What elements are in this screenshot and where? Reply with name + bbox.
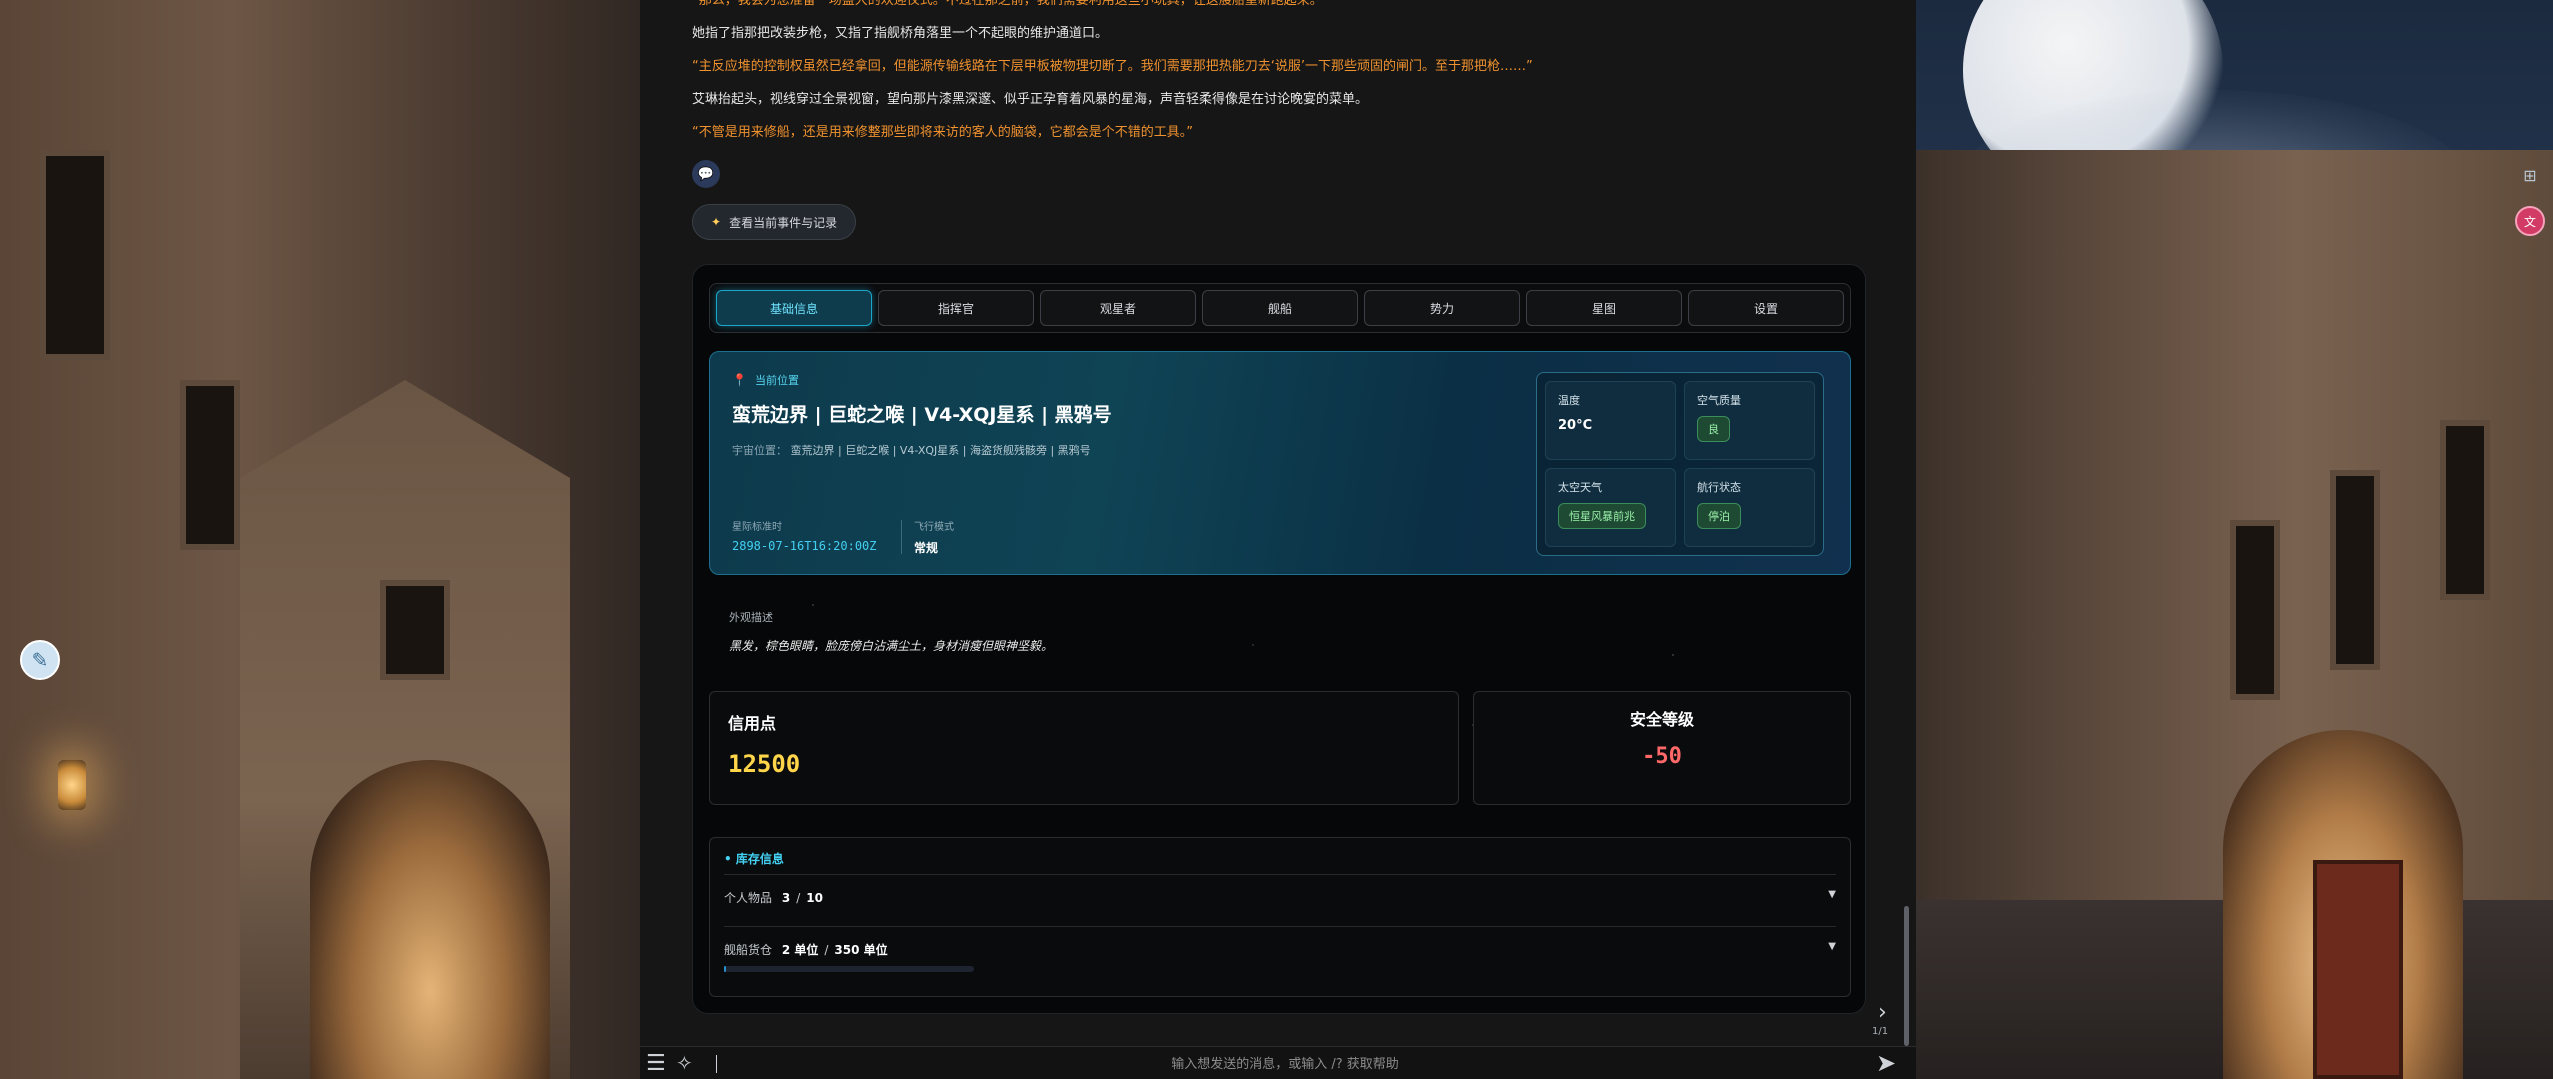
divider xyxy=(901,520,902,554)
personal-items-current: 3 xyxy=(781,891,791,905)
scrollbar[interactable] xyxy=(1904,906,1909,1046)
flight-mode-value: 常规 xyxy=(914,541,939,555)
magic-wand-icon[interactable]: ✧ xyxy=(676,1051,693,1075)
cargo-current: 2 单位 xyxy=(781,943,819,957)
grid-plus-icon[interactable]: ⊞ xyxy=(2517,162,2543,188)
temperature-label: 温度 xyxy=(1558,394,1580,407)
flight-mode: 飞行模式 常规 xyxy=(914,518,954,556)
inventory-card: • 库存信息 个人物品 3/10 ▼ 舰船货仓 2 单位/350 单位 ▼ xyxy=(709,837,1851,997)
universe-label: 宇宙位置： xyxy=(732,444,787,457)
nav-status-label: 航行状态 xyxy=(1697,481,1741,494)
status-panel: 基础信息 指挥官 观星者 舰船 势力 星图 设置 📍 当前位置 蛮荒边界 | 巨… xyxy=(692,264,1866,1014)
space-weather-label: 太空天气 xyxy=(1558,481,1602,494)
flight-mode-label: 飞行模式 xyxy=(914,522,954,533)
inventory-title-label: 库存信息 xyxy=(735,852,784,866)
air-quality-cell: 空气质量 良 xyxy=(1684,381,1815,460)
location-title: 蛮荒边界 | 巨蛇之喉 | V4-XQJ星系 | 黑鸦号 xyxy=(732,404,1112,426)
story-line: 她指了指那把改装步枪，又指了指舰桥角落里一个不起眼的维护通道口。 xyxy=(692,26,1109,41)
standard-time-label: 星际标准时 xyxy=(732,522,782,533)
temperature-value: 20°C xyxy=(1558,418,1593,433)
nav-status-badge: 停泊 xyxy=(1697,503,1741,529)
personal-items-max: 10 xyxy=(806,891,823,905)
wooden-door xyxy=(2313,860,2403,1079)
story-text: “那么，我会为您准备一场盛大的欢迎仪式。不过在那之前，我们需要利用这些小玩具，让… xyxy=(692,0,1872,149)
input-bar: ☰ ✧ ➤ xyxy=(640,1046,1916,1079)
credits-label: 信用点 xyxy=(728,714,777,733)
air-quality-badge: 良 xyxy=(1697,416,1730,442)
tab-star-map[interactable]: 星图 xyxy=(1526,290,1682,326)
safety-value: -50 xyxy=(1642,744,1682,769)
page-counter: 1/1 xyxy=(1872,1026,1889,1037)
tab-stargazer[interactable]: 观星者 xyxy=(1040,290,1196,326)
inventory-title: • 库存信息 xyxy=(724,850,784,867)
nav-status-cell: 航行状态 停泊 xyxy=(1684,468,1815,547)
personal-items-label: 个人物品 xyxy=(724,891,773,905)
safety-label: 安全等级 xyxy=(1629,710,1694,729)
cargo-progress-bar xyxy=(724,966,974,972)
right-window xyxy=(2330,470,2380,670)
appearance-text: 黑发，棕色眼睛，脸庞傍白沾满尘土，身材消瘦但眼神坚毅。 xyxy=(729,639,1054,653)
universe-value: 蛮荒边界 | 巨蛇之喉 | V4-XQJ星系 | 海盗货舰残骸旁 | 黑鸦号 xyxy=(790,444,1091,457)
right-window xyxy=(2230,520,2280,700)
view-events-label: 查看当前事件与记录 xyxy=(729,215,838,230)
location-tag: 📍 当前位置 xyxy=(732,372,799,388)
tab-basic-info[interactable]: 基础信息 xyxy=(716,290,872,326)
tab-commander[interactable]: 指挥官 xyxy=(878,290,1034,326)
menu-icon[interactable]: ☰ xyxy=(646,1051,666,1076)
temperature-cell: 温度 20°C xyxy=(1545,381,1676,460)
left-window xyxy=(180,380,240,550)
location-tag-label: 当前位置 xyxy=(754,374,799,387)
send-icon[interactable]: ➤ xyxy=(1876,1049,1896,1077)
standard-time-value: 2898-07-16T16:20:00Z xyxy=(732,539,877,553)
personal-items-row[interactable]: 个人物品 3/10 ▼ xyxy=(724,874,1836,906)
chevron-down-icon[interactable]: ▼ xyxy=(1828,941,1836,952)
cargo-label: 舰船货仓 xyxy=(724,943,773,957)
cargo-row[interactable]: 舰船货仓 2 单位/350 单位 ▼ xyxy=(724,926,1836,958)
story-line: 艾琳抬起头，视线穿过全景视窗，望向那片漆黑深邃、似乎正孕育着风暴的星海，声音轻柔… xyxy=(692,92,1369,107)
street-lamp xyxy=(58,760,86,810)
translate-avatar[interactable]: 文 xyxy=(2515,206,2545,236)
sparkle-icon: ✦ xyxy=(711,215,722,229)
view-events-button[interactable]: ✦ 查看当前事件与记录 xyxy=(692,204,857,240)
tab-ship[interactable]: 舰船 xyxy=(1202,290,1358,326)
left-window xyxy=(40,150,110,360)
brush-icon[interactable]: ✎ xyxy=(20,640,60,680)
location-card: 📍 当前位置 蛮荒边界 | 巨蛇之喉 | V4-XQJ星系 | 黑鸦号 宇宙位置… xyxy=(709,351,1851,575)
map-pin-icon: 📍 xyxy=(732,373,747,387)
chat-bubble-icon[interactable]: 💬 xyxy=(692,160,720,188)
chevron-right-icon[interactable]: › xyxy=(1878,1000,1887,1025)
tab-settings[interactable]: 设置 xyxy=(1688,290,1844,326)
safety-card: 安全等级 -50 xyxy=(1473,691,1851,805)
right-window xyxy=(2440,420,2490,600)
story-line: “不管是用来修船，还是用来修整那些即将来访的客人的脑袋，它都会是个不错的工具。” xyxy=(692,125,1193,140)
environment-grid: 温度 20°C 空气质量 良 太空天气 恒星风暴前兆 航行状态 停泊 xyxy=(1536,372,1824,556)
story-line: “那么，我会为您准备一场盛大的欢迎仪式。不过在那之前，我们需要利用这些小玩具，让… xyxy=(692,0,1323,8)
left-window xyxy=(380,580,450,680)
cargo-progress-fill xyxy=(724,966,726,972)
chevron-down-icon[interactable]: ▼ xyxy=(1828,889,1836,900)
left-archway xyxy=(310,760,550,1079)
credits-value: 12500 xyxy=(728,750,801,778)
story-line: “主反应堆的控制权虽然已经拿回，但能源传输线路在下层甲板被物理切断了。我们需要那… xyxy=(692,59,1533,74)
status-tabs: 基础信息 指挥官 观星者 舰船 势力 星图 设置 xyxy=(709,283,1851,333)
space-weather-cell: 太空天气 恒星风暴前兆 xyxy=(1545,468,1676,547)
space-weather-badge: 恒星风暴前兆 xyxy=(1558,503,1646,529)
text-cursor xyxy=(716,1055,717,1073)
location-universe: 宇宙位置： 蛮荒边界 | 巨蛇之喉 | V4-XQJ星系 | 海盗货舰残骸旁 |… xyxy=(732,442,1091,458)
air-quality-label: 空气质量 xyxy=(1697,394,1741,407)
standard-time: 星际标准时 2898-07-16T16:20:00Z xyxy=(732,518,877,553)
credits-card: 信用点 12500 xyxy=(709,691,1459,805)
bullet-icon: • xyxy=(724,852,732,866)
chat-column: “那么，我会为您准备一场盛大的欢迎仪式。不过在那之前，我们需要利用这些小玩具，让… xyxy=(640,0,1916,1079)
message-input[interactable] xyxy=(730,1051,1840,1077)
appearance-label: 外观描述 xyxy=(729,611,773,624)
tab-faction[interactable]: 势力 xyxy=(1364,290,1520,326)
cargo-max: 350 单位 xyxy=(834,943,888,957)
